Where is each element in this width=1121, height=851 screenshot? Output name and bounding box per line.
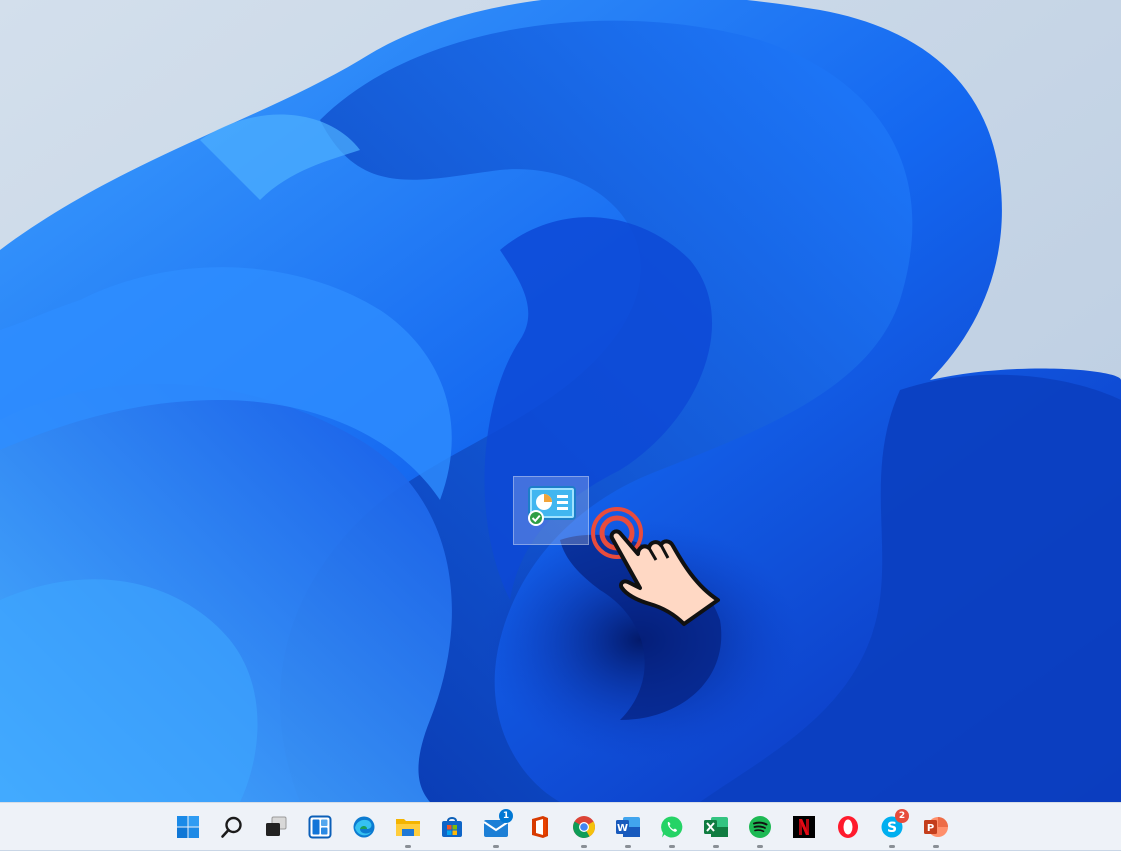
powerpoint-icon: P — [923, 815, 949, 839]
powerpoint-button[interactable]: P — [914, 805, 958, 849]
mail-unread-badge: 1 — [499, 809, 513, 823]
search-icon — [220, 815, 244, 839]
svg-text:W: W — [617, 823, 628, 834]
spotify-button[interactable] — [738, 805, 782, 849]
office-button[interactable] — [518, 805, 562, 849]
running-indicator — [625, 845, 631, 848]
task-view-button[interactable] — [254, 805, 298, 849]
running-indicator — [713, 845, 719, 848]
folder-icon — [395, 815, 421, 839]
running-indicator — [405, 845, 411, 848]
office-icon — [529, 815, 551, 839]
opera-icon — [836, 815, 860, 839]
store-icon — [440, 815, 464, 839]
edge-button[interactable] — [342, 805, 386, 849]
control-panel-desktop-icon[interactable] — [513, 476, 589, 545]
word-icon: W — [615, 815, 641, 839]
excel-icon — [703, 815, 729, 839]
opera-button[interactable] — [826, 805, 870, 849]
svg-text:S: S — [887, 820, 897, 836]
running-indicator — [889, 845, 895, 848]
word-button[interactable]: W — [606, 805, 650, 849]
store-button[interactable] — [430, 805, 474, 849]
running-indicator — [669, 845, 675, 848]
running-indicator — [933, 845, 939, 848]
file-explorer-button[interactable] — [386, 805, 430, 849]
running-indicator — [581, 845, 587, 848]
skype-unread-badge: 2 — [895, 809, 909, 823]
netflix-icon — [792, 815, 816, 839]
excel-button[interactable] — [694, 805, 738, 849]
system-settings-icon — [527, 485, 577, 531]
svg-text:P: P — [927, 823, 934, 834]
skype-button[interactable]: S 2 — [870, 805, 914, 849]
search-button[interactable] — [210, 805, 254, 849]
chrome-button[interactable] — [562, 805, 606, 849]
mail-button[interactable]: 1 — [474, 805, 518, 849]
netflix-button[interactable] — [782, 805, 826, 849]
running-indicator — [757, 845, 763, 848]
running-indicator — [493, 845, 499, 848]
chrome-icon — [572, 815, 596, 839]
widgets-button[interactable] — [298, 805, 342, 849]
start-button[interactable] — [166, 805, 210, 849]
whatsapp-button[interactable] — [650, 805, 694, 849]
edge-icon — [352, 815, 376, 839]
whatsapp-icon — [660, 815, 684, 839]
widgets-icon — [308, 815, 332, 839]
taskbar: 1 W S 2 P — [0, 802, 1121, 850]
taskbar-app-list: 1 W S 2 P — [166, 803, 958, 851]
spotify-icon — [748, 815, 772, 839]
windows-logo-icon — [176, 815, 200, 839]
task-view-icon — [264, 815, 288, 839]
desktop-wallpaper[interactable] — [0, 0, 1121, 802]
